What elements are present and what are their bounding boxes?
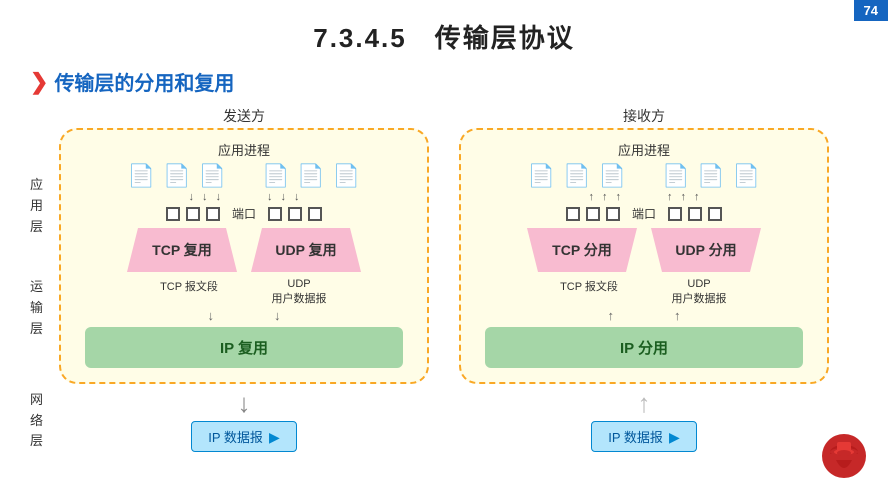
- tcp-segment-label: TCP 报文段: [139, 278, 239, 306]
- udp-demux-box: UDP 分用: [651, 228, 761, 272]
- receiver-ip-data-label: IP 数据报: [591, 421, 696, 452]
- down-arrow-2: ↓: [202, 191, 208, 203]
- recv-doc-icon-2: 📄: [563, 165, 590, 187]
- recv-doc-icon-4: 📄: [662, 165, 689, 187]
- section-title-text: 传输层的分用和复用: [54, 67, 234, 96]
- doc-icon-3: 📄: [199, 165, 226, 187]
- recv-up-arrow-6: ↑: [694, 191, 700, 203]
- receiver-label: 接收方: [459, 106, 829, 126]
- down-arrow-4: ↓: [267, 191, 273, 203]
- udp-reuse-box: UDP 复用: [251, 228, 361, 272]
- receiver-port-label: 端口: [632, 205, 656, 222]
- sender-ip-data-label: IP 数据报: [191, 421, 296, 452]
- redhat-logo: [820, 432, 868, 488]
- recv-doc-icon-1: 📄: [528, 165, 555, 187]
- app-layer-label: 应用层: [30, 175, 43, 237]
- sender-box: 发送方 应用进程 📄 📄 📄 📄 📄 📄 ↓ ↓ ↓ ↓ ↓ ↓: [59, 106, 429, 452]
- recv-doc-icon-6: 📄: [733, 165, 760, 187]
- down-arrow-3: ↓: [216, 191, 222, 203]
- recv-doc-icon-5: 📄: [697, 165, 724, 187]
- doc-icon-4: 📄: [262, 165, 289, 187]
- doc-icon-6: 📄: [333, 165, 360, 187]
- transport-layer-label: 运输层: [30, 277, 43, 339]
- recv-port-square-1: [566, 207, 580, 221]
- doc-icon-2: 📄: [163, 165, 190, 187]
- sender-label: 发送方: [59, 106, 429, 126]
- receiver-up-arrow: ↑: [459, 388, 829, 419]
- recv-up-arrow-1: ↑: [589, 191, 595, 203]
- recv-port-square-3: [606, 207, 620, 221]
- port-square-3: [206, 207, 220, 221]
- tcp-demux-box: TCP 分用: [527, 228, 637, 272]
- network-layer-label: 网络层: [30, 390, 43, 452]
- sender-port-label: 端口: [232, 205, 256, 222]
- port-square-6: [308, 207, 322, 221]
- doc-icon-1: 📄: [128, 165, 155, 187]
- recv-port-square-4: [668, 207, 682, 221]
- ip-to-udp-arrow: ↑: [674, 308, 681, 323]
- recv-port-square-5: [688, 207, 702, 221]
- udp-segment-label: UDP 用户数据报: [249, 278, 349, 306]
- doc-icon-5: 📄: [297, 165, 324, 187]
- recv-port-square-6: [708, 207, 722, 221]
- tcp-to-ip-arrow: ↓: [208, 308, 215, 323]
- recv-up-arrow-5: ↑: [681, 191, 687, 203]
- port-square-2: [186, 207, 200, 221]
- down-arrow-5: ↓: [281, 191, 287, 203]
- receiver-box: 接收方 应用进程 📄 📄 📄 📄 📄 📄 ↑ ↑ ↑ ↑ ↑ ↑: [459, 106, 829, 452]
- ip-to-tcp-arrow: ↑: [608, 308, 615, 323]
- recv-doc-icon-3: 📄: [599, 165, 626, 187]
- recv-udp-segment-label: UDP 用户数据报: [649, 278, 749, 306]
- receiver-app-label: 应用进程: [475, 140, 813, 159]
- recv-up-arrow-3: ↑: [616, 191, 622, 203]
- recv-port-square-2: [586, 207, 600, 221]
- ip-demux-box: IP 分用: [485, 327, 803, 368]
- recv-up-arrow-2: ↑: [602, 191, 608, 203]
- port-square-4: [268, 207, 282, 221]
- port-square-5: [288, 207, 302, 221]
- tcp-reuse-box: TCP 复用: [127, 228, 237, 272]
- ip-reuse-box: IP 复用: [85, 327, 403, 368]
- section-arrow-icon: ❯: [30, 69, 48, 95]
- section-title: ❯ 传输层的分用和复用: [30, 67, 858, 96]
- recv-up-arrow-4: ↑: [667, 191, 673, 203]
- port-square-1: [166, 207, 180, 221]
- sender-down-arrow: ↓: [59, 388, 429, 419]
- page-number: 74: [854, 0, 888, 21]
- sender-app-label: 应用进程: [75, 140, 413, 159]
- udp-to-ip-arrow: ↓: [274, 308, 281, 323]
- recv-tcp-segment-label: TCP 报文段: [539, 278, 639, 306]
- down-arrow-1: ↓: [189, 191, 195, 203]
- page-title: 7.3.4.5 传输层协议: [0, 0, 888, 63]
- down-arrow-6: ↓: [294, 191, 300, 203]
